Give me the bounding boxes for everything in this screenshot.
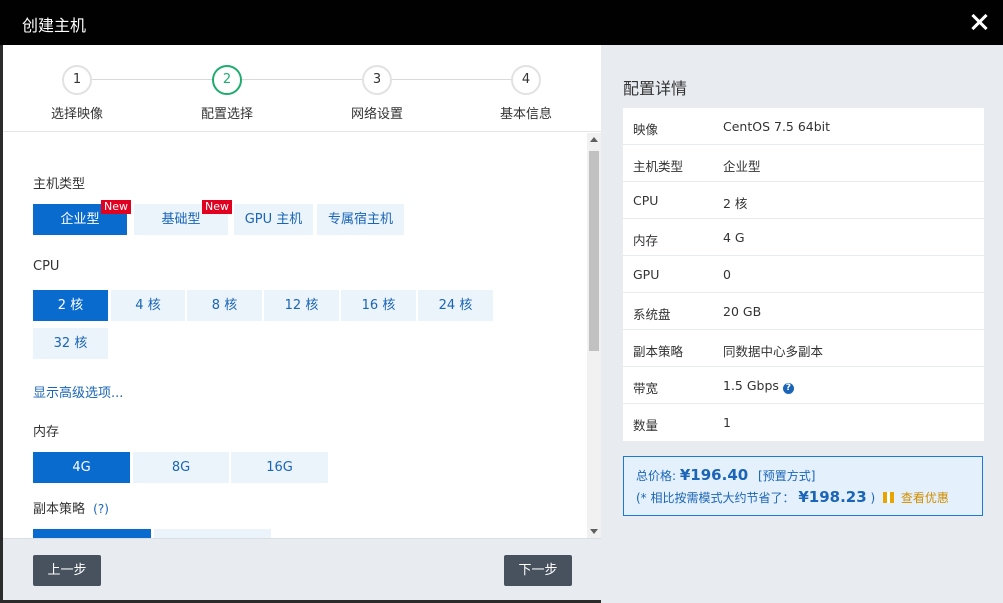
detail-key: 带宽	[633, 381, 659, 396]
step-3[interactable]: 3 网络设置	[327, 65, 427, 122]
step-label: 配置选择	[200, 107, 253, 122]
cpu-option-32[interactable]: 32 核	[33, 328, 108, 359]
step-number: 1	[62, 65, 92, 95]
step-number: 2	[212, 65, 242, 95]
replica-option-selected[interactable]	[33, 529, 151, 538]
option-label: 基础型	[161, 212, 201, 227]
bandwidth-value: 1.5 Gbps	[723, 378, 779, 393]
detail-row-image: 映像 CentOS 7.5 64bit	[623, 108, 984, 145]
detail-key: 数量	[633, 418, 659, 433]
detail-row-gpu: GPU 0	[623, 256, 984, 293]
detail-table: 映像 CentOS 7.5 64bit 主机类型 企业型 CPU 2 核 内存 …	[623, 108, 984, 441]
memory-option-16g[interactable]: 16G	[231, 452, 328, 483]
detail-value: 2 核	[723, 196, 748, 211]
detail-value: CentOS 7.5 64bit	[723, 119, 831, 134]
detail-row-replica: 副本策略 同数据中心多副本	[623, 330, 984, 367]
detail-value: 4 G	[723, 230, 745, 245]
detail-key: 映像	[633, 122, 659, 137]
step-1[interactable]: 1 选择映像	[27, 65, 127, 122]
show-advanced-link[interactable]: 显示高级选项...	[33, 382, 123, 401]
total-label: 总价格:	[636, 469, 677, 483]
detail-row-system-disk: 系统盘 20 GB	[623, 293, 984, 330]
option-label: 企业型	[60, 212, 100, 227]
memory-option-8g[interactable]: 8G	[133, 452, 229, 483]
detail-row-host-type: 主机类型 企业型	[623, 145, 984, 182]
savings-suffix: )	[870, 491, 876, 505]
detail-row-memory: 内存 4 G	[623, 219, 984, 256]
step-connector-line	[80, 79, 530, 80]
host-type-gpu[interactable]: GPU 主机	[234, 204, 313, 235]
option-label: GPU 主机	[244, 212, 303, 227]
detail-panel: 配置详情 映像 CentOS 7.5 64bit 主机类型 企业型 CPU 2 …	[601, 45, 1003, 603]
scrollbar[interactable]	[587, 133, 601, 538]
step-number: 3	[362, 65, 392, 95]
step-label: 选择映像	[50, 107, 103, 122]
detail-value: 同数据中心多副本	[723, 344, 824, 359]
wizard-panel: 1 选择映像 2 配置选择 3 网络设置 4 基本信息 主机类型 企业型 New…	[3, 45, 601, 600]
savings-prefix: (* 相比按需模式大约节省了：	[636, 491, 795, 505]
new-badge: New	[101, 200, 131, 214]
step-number: 4	[511, 65, 541, 95]
billing-mode: [预置方式]	[758, 469, 816, 483]
option-label: 专属宿主机	[327, 212, 393, 227]
detail-row-cpu: CPU 2 核	[623, 182, 984, 219]
window-title: 创建主机	[22, 16, 87, 35]
detail-row-quantity: 数量 1	[623, 404, 984, 441]
step-4[interactable]: 4 基本信息	[476, 65, 576, 122]
price-summary: 总价格: ¥196.40 [预置方式] (* 相比按需模式大约节省了： ¥198…	[623, 456, 983, 516]
host-type-dedicated[interactable]: 专属宿主机	[317, 204, 404, 235]
replica-label: 副本策略 (?)	[33, 498, 109, 517]
detail-key: 副本策略	[633, 344, 684, 359]
scrollbar-thumb[interactable]	[589, 151, 599, 351]
cpu-option-2[interactable]: 2 核	[33, 290, 108, 321]
detail-key: 主机类型	[633, 159, 684, 174]
host-type-basic[interactable]: 基础型 New	[134, 200, 232, 235]
detail-key: GPU	[633, 267, 660, 282]
cpu-option-16[interactable]: 16 核	[341, 290, 416, 321]
detail-value: 20 GB	[723, 304, 762, 319]
memory-label: 内存	[33, 425, 60, 440]
config-form: 主机类型 企业型 New 基础型 New GPU 主机 专属宿主机 CPU 2 …	[3, 133, 601, 538]
new-badge: New	[202, 200, 232, 214]
detail-value: 企业型	[723, 159, 761, 174]
close-icon[interactable]	[967, 10, 991, 34]
scroll-up-icon[interactable]	[590, 137, 598, 142]
detail-key: CPU	[633, 193, 659, 208]
detail-key: 系统盘	[633, 307, 671, 322]
price-savings-line: (* 相比按需模式大约节省了： ¥198.23 ) 查看优惠	[636, 488, 970, 506]
replica-help-icon[interactable]: (?)	[93, 502, 109, 516]
cpu-option-12[interactable]: 12 核	[264, 290, 339, 321]
prev-button[interactable]: 上一步	[33, 555, 101, 586]
detail-value: 1.5 Gbps?	[723, 378, 794, 394]
cpu-option-4[interactable]: 4 核	[111, 290, 185, 321]
savings-amount: ¥198.23	[798, 488, 867, 506]
gift-icon	[883, 492, 894, 503]
detail-row-bandwidth: 带宽 1.5 Gbps?	[623, 367, 984, 404]
scroll-down-icon[interactable]	[590, 529, 598, 534]
help-icon[interactable]: ?	[782, 383, 794, 394]
host-type-label: 主机类型	[33, 177, 86, 192]
detail-value: 1	[723, 415, 731, 430]
next-button[interactable]: 下一步	[504, 555, 572, 586]
total-price: ¥196.40	[679, 466, 749, 484]
price-total-line: 总价格: ¥196.40 [预置方式]	[636, 466, 970, 486]
view-discount-link[interactable]: 查看优惠	[901, 491, 949, 505]
step-label: 基本信息	[499, 107, 552, 122]
wizard-footer: 上一步 下一步	[3, 538, 601, 600]
replica-label-text: 副本策略	[33, 502, 86, 517]
cpu-option-8[interactable]: 8 核	[187, 290, 262, 321]
host-type-enterprise[interactable]: 企业型 New	[33, 200, 131, 235]
step-label: 网络设置	[350, 107, 403, 122]
detail-key: 内存	[633, 233, 659, 248]
memory-option-4g[interactable]: 4G	[33, 452, 130, 483]
title-bar: 创建主机	[0, 0, 1003, 45]
step-2[interactable]: 2 配置选择	[177, 65, 277, 122]
detail-title: 配置详情	[623, 79, 688, 98]
cpu-label: CPU	[33, 259, 60, 274]
step-indicator: 1 选择映像 2 配置选择 3 网络设置 4 基本信息	[3, 45, 601, 132]
cpu-option-24[interactable]: 24 核	[418, 290, 493, 321]
detail-value: 0	[723, 267, 731, 282]
replica-option[interactable]	[154, 529, 271, 538]
